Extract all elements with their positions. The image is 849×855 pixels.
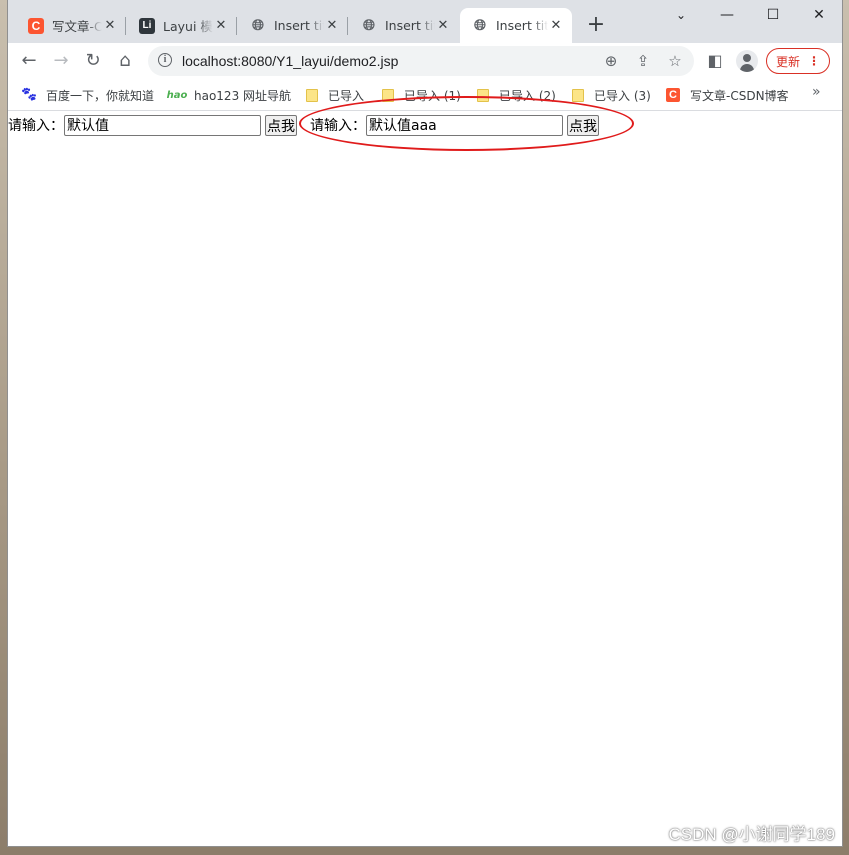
tab-title: Insert title here [274, 18, 324, 33]
folder-icon [306, 88, 318, 102]
browser-toolbar: ← → ↻ ⌂ i localhost:8080/Y1_layui/demo2.… [8, 43, 842, 80]
bookmark-csdn[interactable]: C 写文章-CSDN博客 [666, 85, 789, 105]
forward-arrow-icon[interactable]: → [48, 48, 74, 74]
globe-icon: 🌐︎ [251, 17, 264, 34]
tab-title: Insert title here [385, 18, 435, 33]
bookmark-folder-imported-3[interactable]: 已导入 (3) [572, 85, 651, 105]
bookmark-star-icon[interactable]: ☆ [664, 50, 686, 72]
zoom-icon[interactable]: ⊕ [600, 50, 622, 72]
input-form-2: 请输入： 点我 [310, 114, 599, 136]
update-label: 更新 [775, 54, 800, 69]
layui-icon: Li [139, 17, 155, 34]
tab-search-chevron-icon[interactable]: ⌄ [658, 0, 704, 30]
side-panel-icon[interactable]: ◧ [702, 48, 728, 74]
bookmark-label: 已导入 [328, 88, 365, 103]
tab-title: 写文章-CSDN博客 [52, 19, 102, 34]
close-icon[interactable]: ✕ [324, 18, 340, 33]
bookmark-label: hao123 网址导航 [194, 88, 292, 103]
input-label: 请输入： [8, 118, 64, 134]
tab-title: Insert title here [496, 18, 548, 33]
tab-csdn-editor[interactable]: C 写文章-CSDN博客 ✕ [16, 8, 126, 43]
globe-icon: 🌐︎ [473, 17, 486, 34]
folder-icon [572, 88, 584, 102]
browser-window: C 写文章-CSDN博客 ✕ Li Layui 模块 ✕ 🌐︎ Insert t… [8, 0, 842, 846]
bookmark-label: 写文章-CSDN博客 [690, 88, 789, 103]
bookmark-hao123[interactable]: hao hao123 网址导航 [166, 85, 292, 105]
update-button[interactable]: 更新 ⋮ [766, 48, 830, 74]
csdn-icon: C [28, 17, 44, 34]
maximize-button[interactable]: ☐ [750, 0, 796, 30]
more-menu-icon: ⋮ [808, 54, 820, 68]
tab-title: Layui 模块 [163, 19, 213, 34]
tab-insert-title-1[interactable]: 🌐︎ Insert title here ✕ [238, 8, 348, 43]
home-icon[interactable]: ⌂ [112, 48, 138, 74]
more-bookmarks-chevron-icon[interactable]: » [812, 84, 821, 100]
back-arrow-icon[interactable]: ← [16, 48, 42, 74]
tab-insert-title-active[interactable]: 🌐︎ Insert title here ✕ [460, 8, 572, 43]
close-icon[interactable]: ✕ [102, 18, 118, 33]
submit-button-1[interactable]: 点我 [265, 114, 297, 136]
bookmark-label: 百度一下，你就知道 [46, 88, 155, 103]
bookmark-folder-imported-1[interactable]: 已导入 (1) [382, 85, 461, 105]
tab-strip: C 写文章-CSDN博客 ✕ Li Layui 模块 ✕ 🌐︎ Insert t… [8, 0, 842, 43]
bookmarks-bar: 🐾︎ 百度一下，你就知道 hao hao123 网址导航 已导入 已导入 (1)… [8, 80, 842, 111]
input-form-1: 请输入： 点我 [8, 114, 297, 136]
csdn-watermark: CSDN @小谢同学189 [668, 825, 835, 844]
page-content: 请输入： 点我 请输入： 点我 [8, 111, 842, 846]
submit-button-2[interactable]: 点我 [567, 114, 599, 136]
reload-icon[interactable]: ↻ [80, 48, 106, 74]
bookmark-folder-imported-2[interactable]: 已导入 (2) [477, 85, 556, 105]
bookmark-label: 已导入 (1) [404, 88, 461, 103]
new-tab-button[interactable]: + [584, 13, 608, 37]
tab-insert-title-2[interactable]: 🌐︎ Insert title here ✕ [349, 8, 459, 43]
globe-icon: 🌐︎ [362, 17, 375, 34]
site-info-icon[interactable]: i [158, 53, 172, 67]
address-bar[interactable]: i localhost:8080/Y1_layui/demo2.jsp ⊕ ⇪ … [148, 46, 694, 76]
close-icon[interactable]: ✕ [435, 18, 451, 33]
baidu-paw-icon: 🐾︎ [20, 87, 38, 103]
share-icon[interactable]: ⇪ [632, 50, 654, 72]
profile-avatar-icon[interactable] [736, 50, 758, 72]
text-input-1[interactable] [64, 114, 261, 136]
minimize-button[interactable]: — [704, 0, 750, 30]
bookmark-label: 已导入 (3) [594, 88, 651, 103]
folder-icon [477, 88, 489, 102]
close-window-button[interactable]: ✕ [796, 0, 842, 30]
bookmark-folder-imported[interactable]: 已导入 [306, 85, 364, 105]
bookmark-baidu[interactable]: 🐾︎ 百度一下，你就知道 [20, 85, 155, 105]
text-input-2[interactable] [366, 114, 563, 136]
close-icon[interactable]: ✕ [548, 18, 564, 33]
bookmark-label: 已导入 (2) [499, 88, 556, 103]
hao123-icon: hao [166, 89, 188, 101]
input-label: 请输入： [310, 118, 366, 134]
csdn-icon: C [666, 88, 680, 102]
folder-icon [382, 88, 394, 102]
close-icon[interactable]: ✕ [213, 18, 229, 33]
url-text[interactable]: localhost:8080/Y1_layui/demo2.jsp [182, 53, 398, 69]
tab-layui[interactable]: Li Layui 模块 ✕ [127, 8, 237, 43]
